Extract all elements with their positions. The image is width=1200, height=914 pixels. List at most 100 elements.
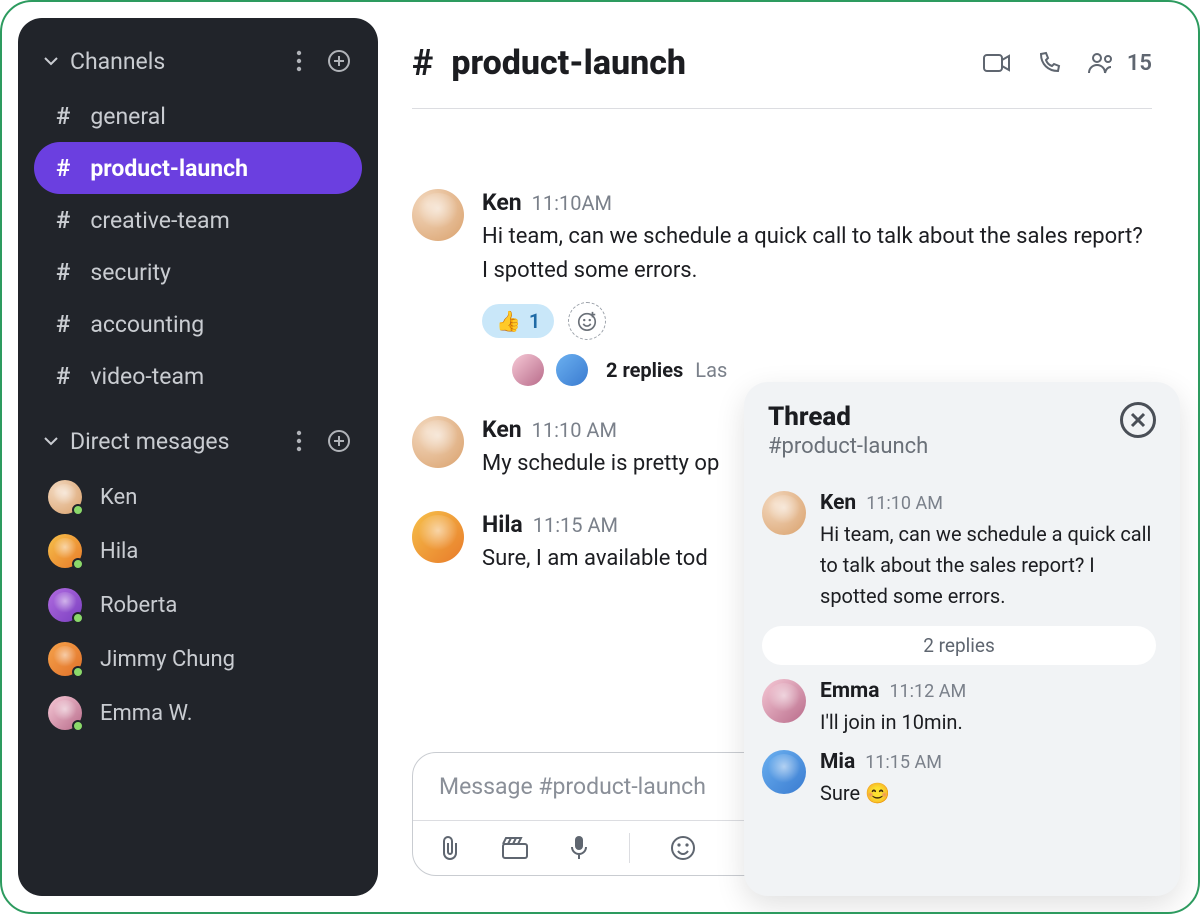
chevron-down-icon <box>42 433 60 449</box>
dm-item-ken[interactable]: Ken <box>34 470 362 524</box>
avatar <box>412 511 464 563</box>
channels-label: Channels <box>70 48 274 75</box>
avatar <box>48 642 82 676</box>
thread-root-message[interactable]: Ken 11:10 AM Hi team, can we schedule a … <box>762 491 1156 612</box>
thread-reply[interactable]: Emma 11:12 AM I'll join in 10min. <box>762 679 1156 738</box>
author-name: Hila <box>482 511 523 538</box>
thread-reply[interactable]: Mia 11:15 AM Sure 😊 <box>762 750 1156 809</box>
author-name: Mia <box>820 750 855 774</box>
message-time: 11:10 AM <box>532 418 617 442</box>
members-button[interactable] <box>1087 51 1117 75</box>
message-time: 11:10AM <box>532 191 612 215</box>
hash-icon: # <box>412 42 433 84</box>
sidebar-item-security[interactable]: # security <box>34 246 362 298</box>
emoji-icon: 👍 <box>496 309 521 333</box>
sidebar-item-product-launch[interactable]: # product-launch <box>34 142 362 194</box>
dm-label: Roberta <box>100 593 177 618</box>
author-name: Ken <box>820 491 856 515</box>
message-time: 11:12 AM <box>889 681 966 702</box>
channel-label: video-team <box>90 363 204 390</box>
channels-list: #general #product-launch #creative-team … <box>34 90 362 402</box>
author-name: Ken <box>482 416 522 443</box>
sidebar-item-accounting[interactable]: # accounting <box>34 298 362 350</box>
author-name: Emma <box>820 679 879 703</box>
channel-label: accounting <box>90 311 204 338</box>
dm-item-jimmy[interactable]: Jimmy Chung <box>34 632 362 686</box>
author-name: Ken <box>482 189 522 216</box>
header-actions: 15 <box>983 51 1152 76</box>
avatar <box>762 750 806 794</box>
dm-label: Hila <box>100 539 138 564</box>
hash-icon: # <box>56 102 70 130</box>
message-text: Sure 😊 <box>820 778 1156 809</box>
dm-label: Jimmy Chung <box>100 647 235 672</box>
avatar <box>512 354 544 386</box>
channel-label: general <box>90 103 165 130</box>
dm-label: Direct mesages <box>70 428 274 455</box>
message-text: I'll join in 10min. <box>820 707 1156 738</box>
avatar <box>556 354 588 386</box>
message-time: 11:10 AM <box>866 493 943 514</box>
sidebar-item-general[interactable]: # general <box>34 90 362 142</box>
attach-file-button[interactable] <box>439 835 461 861</box>
reaction-count: 1 <box>529 309 540 333</box>
new-dm-button[interactable] <box>324 426 354 456</box>
avatar <box>48 696 82 730</box>
hash-icon: # <box>56 154 70 182</box>
video-call-button[interactable] <box>983 52 1011 74</box>
emoji-button[interactable] <box>670 835 696 861</box>
avatar <box>762 491 806 535</box>
dm-section-header[interactable]: Direct mesages <box>34 420 362 462</box>
channel-label: security <box>90 259 171 286</box>
member-count: 15 <box>1127 51 1152 76</box>
clapper-button[interactable] <box>501 836 529 860</box>
message-time: 11:15 AM <box>533 513 618 537</box>
thread-body: Ken 11:10 AM Hi team, can we schedule a … <box>744 475 1180 896</box>
add-channel-button[interactable] <box>324 46 354 76</box>
avatar <box>412 189 464 241</box>
sidebar-item-video-team[interactable]: # video-team <box>34 350 362 402</box>
more-icon[interactable] <box>284 46 314 76</box>
thread-header: Thread #product-launch <box>744 382 1180 475</box>
hash-icon: # <box>56 362 70 390</box>
dm-item-hila[interactable]: Hila <box>34 524 362 578</box>
divider <box>629 833 630 863</box>
app-frame: Channels # general # product-launch # creat… <box>0 0 1200 914</box>
replies-divider: 2 replies <box>762 626 1156 665</box>
message-text: Hi team, can we schedule a quick call to… <box>482 220 1152 288</box>
more-icon[interactable] <box>284 426 314 456</box>
hash-icon: # <box>56 258 70 286</box>
dm-item-emma[interactable]: Emma W. <box>34 686 362 740</box>
channel-header: # product-launch 15 <box>412 42 1152 109</box>
dm-list: Ken Hila Roberta Jimmy Chung Emma W. <box>34 470 362 740</box>
dm-label: Ken <box>100 485 137 510</box>
channel-label: creative-team <box>90 207 229 234</box>
avatar <box>762 679 806 723</box>
thread-subtitle: #product-launch <box>768 434 928 459</box>
channel-title: product-launch <box>451 43 965 83</box>
microphone-button[interactable] <box>569 835 589 861</box>
sidebar-item-creative-team[interactable]: # creative-team <box>34 194 362 246</box>
dm-item-roberta[interactable]: Roberta <box>34 578 362 632</box>
avatar <box>48 588 82 622</box>
channel-label: product-launch <box>90 155 248 182</box>
phone-call-button[interactable] <box>1037 51 1061 75</box>
message-text: Hi team, can we schedule a quick call to… <box>820 519 1156 612</box>
hash-icon: # <box>56 206 70 234</box>
close-thread-button[interactable] <box>1120 402 1156 438</box>
message[interactable]: Ken 11:10AM Hi team, can we schedule a q… <box>412 189 1152 386</box>
reaction-thumbs-up[interactable]: 👍 1 <box>482 304 554 338</box>
avatar <box>412 416 464 468</box>
channels-section-header[interactable]: Channels <box>34 40 362 82</box>
sidebar: Channels # general # product-launch # creat… <box>18 18 378 896</box>
avatar <box>48 534 82 568</box>
chevron-down-icon <box>42 53 60 69</box>
avatar <box>48 480 82 514</box>
last-reply-label: Las <box>695 358 727 382</box>
thread-panel: Thread #product-launch Ken 11:10 AM Hi t… <box>744 382 1180 896</box>
hash-icon: # <box>56 310 70 338</box>
message-time: 11:15 AM <box>865 752 942 773</box>
replies-count: 2 replies <box>606 358 683 382</box>
dm-label: Emma W. <box>100 701 193 726</box>
add-reaction-button[interactable] <box>568 302 606 340</box>
